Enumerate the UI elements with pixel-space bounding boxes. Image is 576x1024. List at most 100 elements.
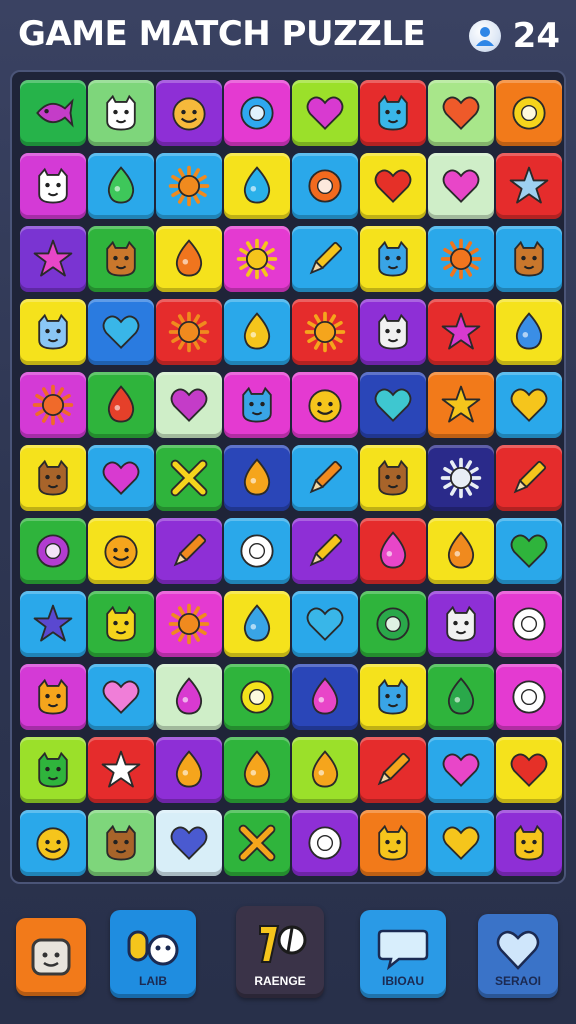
pencil-icon — [309, 533, 343, 567]
toolbar-button-5[interactable]: SERAOI — [478, 914, 558, 998]
tile-r9-c2[interactable] — [88, 664, 154, 730]
tile-r9-c1[interactable] — [20, 664, 86, 730]
tile-r10-c3[interactable] — [156, 737, 222, 803]
tile-r2-c8[interactable] — [496, 153, 562, 219]
tile-r8-c3[interactable] — [156, 591, 222, 657]
tile-r11-c8[interactable] — [496, 810, 562, 876]
tile-r5-c1[interactable] — [20, 372, 86, 438]
tile-r4-c1[interactable] — [20, 299, 86, 365]
tile-r3-c2[interactable] — [88, 226, 154, 292]
tile-r8-c1[interactable] — [20, 591, 86, 657]
tile-r7-c4[interactable] — [224, 518, 290, 584]
tile-r6-c5[interactable] — [292, 445, 358, 511]
tile-r1-c1[interactable] — [20, 80, 86, 146]
tile-r3-c6[interactable] — [360, 226, 426, 292]
drop-icon — [447, 677, 475, 715]
tile-r1-c8[interactable] — [496, 80, 562, 146]
tile-r5-c3[interactable] — [156, 372, 222, 438]
tile-r6-c3[interactable] — [156, 445, 222, 511]
toolbar-button-2[interactable]: LAIB — [110, 910, 196, 998]
tile-r7-c3[interactable] — [156, 518, 222, 584]
tile-r9-c7[interactable] — [428, 664, 494, 730]
tile-r11-c3[interactable] — [156, 810, 222, 876]
tile-r11-c6[interactable] — [360, 810, 426, 876]
tile-r4-c5[interactable] — [292, 299, 358, 365]
tile-r11-c5[interactable] — [292, 810, 358, 876]
tile-r10-c5[interactable] — [292, 737, 358, 803]
tile-r4-c8[interactable] — [496, 299, 562, 365]
tile-r4-c2[interactable] — [88, 299, 154, 365]
tile-r6-c1[interactable] — [20, 445, 86, 511]
tile-r8-c5[interactable] — [292, 591, 358, 657]
tile-r2-c6[interactable] — [360, 153, 426, 219]
tile-r10-c1[interactable] — [20, 737, 86, 803]
tile-r7-c5[interactable] — [292, 518, 358, 584]
tile-r7-c6[interactable] — [360, 518, 426, 584]
tile-r4-c7[interactable] — [428, 299, 494, 365]
toolbar-button-3[interactable]: RAENGE — [236, 906, 324, 998]
tile-r1-c2[interactable] — [88, 80, 154, 146]
tile-r8-c2[interactable] — [88, 591, 154, 657]
tile-r10-c8[interactable] — [496, 737, 562, 803]
tile-r11-c7[interactable] — [428, 810, 494, 876]
tile-r1-c4[interactable] — [224, 80, 290, 146]
star-icon — [33, 604, 73, 642]
tile-r5-c7[interactable] — [428, 372, 494, 438]
tile-r2-c1[interactable] — [20, 153, 86, 219]
tile-r5-c2[interactable] — [88, 372, 154, 438]
tile-r8-c4[interactable] — [224, 591, 290, 657]
tile-r5-c8[interactable] — [496, 372, 562, 438]
tile-r7-c1[interactable] — [20, 518, 86, 584]
tile-r9-c8[interactable] — [496, 664, 562, 730]
tile-r9-c5[interactable] — [292, 664, 358, 730]
tile-r11-c4[interactable] — [224, 810, 290, 876]
tile-r1-c7[interactable] — [428, 80, 494, 146]
tile-r10-c6[interactable] — [360, 737, 426, 803]
tile-r10-c7[interactable] — [428, 737, 494, 803]
creature-icon — [106, 824, 136, 861]
tile-r6-c6[interactable] — [360, 445, 426, 511]
tile-r7-c7[interactable] — [428, 518, 494, 584]
tile-r8-c7[interactable] — [428, 591, 494, 657]
tile-r7-c8[interactable] — [496, 518, 562, 584]
tile-r6-c4[interactable] — [224, 445, 290, 511]
tile-r3-c1[interactable] — [20, 226, 86, 292]
tile-r2-c7[interactable] — [428, 153, 494, 219]
toolbar-button-1[interactable] — [16, 918, 86, 996]
tile-r4-c6[interactable] — [360, 299, 426, 365]
tile-r2-c2[interactable] — [88, 153, 154, 219]
tile-r7-c2[interactable] — [88, 518, 154, 584]
tile-r2-c3[interactable] — [156, 153, 222, 219]
tile-r8-c6[interactable] — [360, 591, 426, 657]
tile-r5-c6[interactable] — [360, 372, 426, 438]
tile-r3-c5[interactable] — [292, 226, 358, 292]
tile-r3-c3[interactable] — [156, 226, 222, 292]
tile-r9-c3[interactable] — [156, 664, 222, 730]
tile-r11-c1[interactable] — [20, 810, 86, 876]
tile-r9-c6[interactable] — [360, 664, 426, 730]
tile-r10-c2[interactable] — [88, 737, 154, 803]
tile-r2-c5[interactable] — [292, 153, 358, 219]
sun-icon — [32, 384, 74, 426]
tile-r8-c8[interactable] — [496, 591, 562, 657]
sun-icon — [440, 457, 482, 499]
tile-r6-c8[interactable] — [496, 445, 562, 511]
tile-r6-c2[interactable] — [88, 445, 154, 511]
tile-r1-c6[interactable] — [360, 80, 426, 146]
toolbar-button-4[interactable]: IBIOAU — [360, 910, 446, 998]
tile-r4-c4[interactable] — [224, 299, 290, 365]
tile-r1-c3[interactable] — [156, 80, 222, 146]
tile-r6-c7[interactable] — [428, 445, 494, 511]
tile-r1-c5[interactable] — [292, 80, 358, 146]
tile-r4-c3[interactable] — [156, 299, 222, 365]
tile-r5-c4[interactable] — [224, 372, 290, 438]
tile-r3-c8[interactable] — [496, 226, 562, 292]
tile-r5-c5[interactable] — [292, 372, 358, 438]
tile-r10-c4[interactable] — [224, 737, 290, 803]
tile-r3-c7[interactable] — [428, 226, 494, 292]
heart-icon — [510, 388, 548, 422]
tile-r11-c2[interactable] — [88, 810, 154, 876]
tile-r9-c4[interactable] — [224, 664, 290, 730]
tile-r3-c4[interactable] — [224, 226, 290, 292]
tile-r2-c4[interactable] — [224, 153, 290, 219]
